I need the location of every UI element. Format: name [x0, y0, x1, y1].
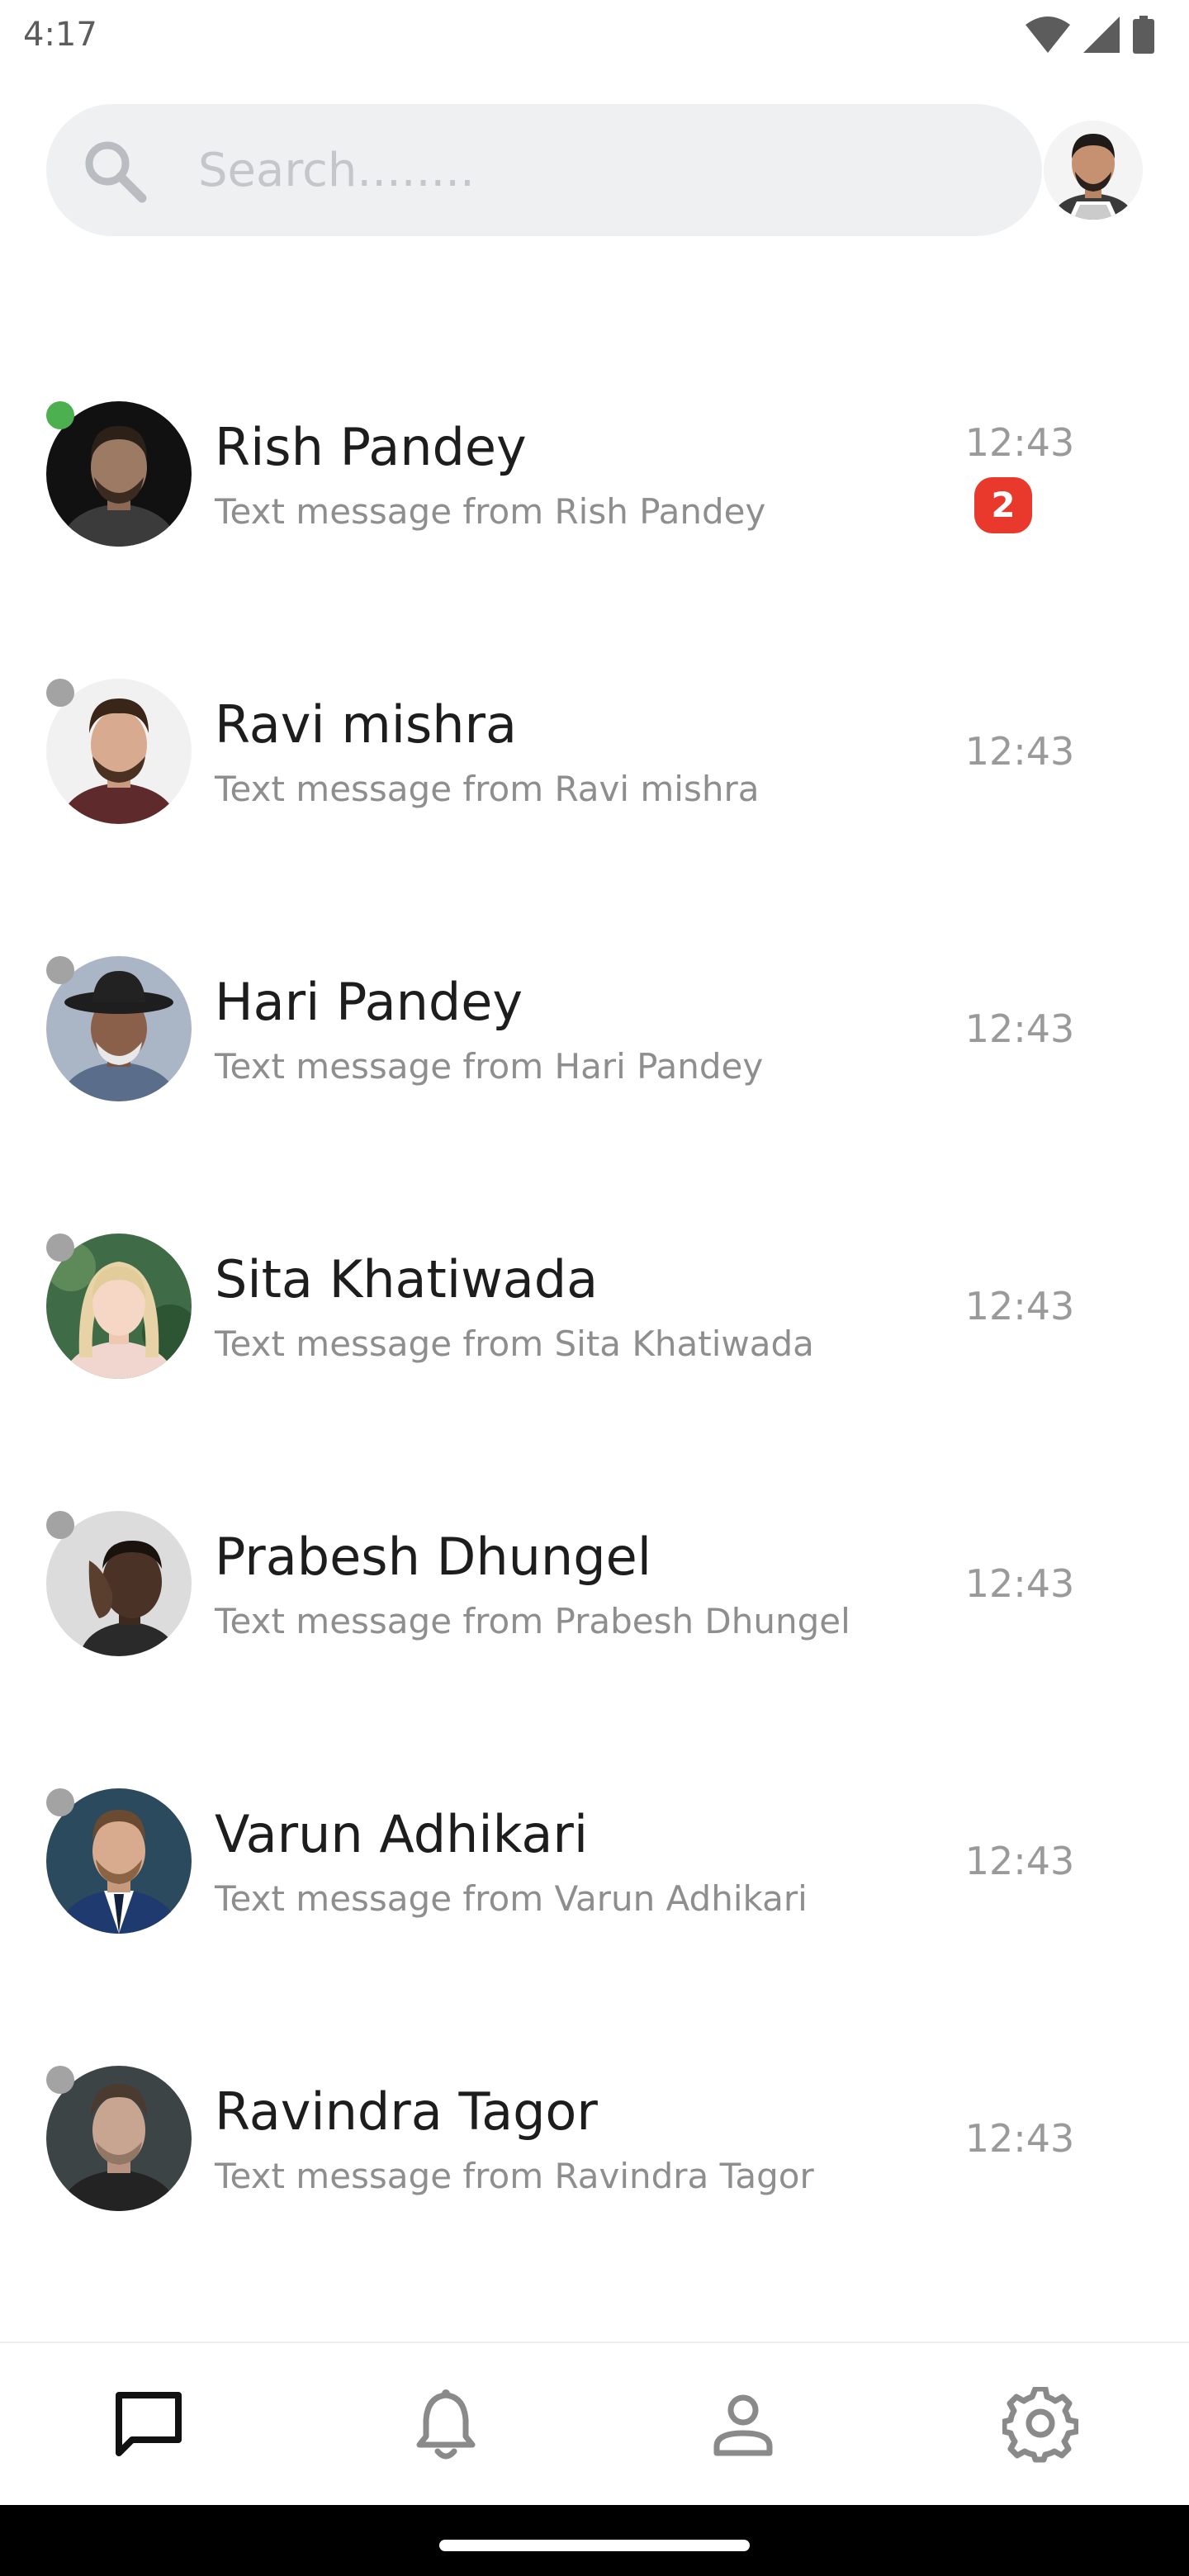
gear-icon[interactable] — [1002, 2387, 1078, 2463]
chat-time: 12:43 — [964, 729, 1075, 774]
nav-chats[interactable] — [0, 2343, 297, 2507]
nav-profile[interactable] — [594, 2343, 892, 2507]
offline-indicator — [46, 956, 74, 984]
nav-settings[interactable] — [892, 2343, 1189, 2507]
online-indicator — [46, 401, 74, 429]
chat-name: Ravi mishra — [215, 694, 518, 755]
search-icon[interactable] — [79, 135, 149, 205]
bell-icon[interactable] — [413, 2389, 479, 2461]
gesture-area — [0, 2505, 1189, 2576]
chat-icon[interactable] — [109, 2385, 188, 2465]
chat-preview: Text message from Rish Pandey — [215, 491, 766, 532]
chat-time: 12:43 — [964, 1561, 1075, 1606]
battery-icon — [1133, 16, 1154, 54]
chat-name: Ravindra Tagor — [215, 2081, 598, 2142]
chat-preview: Text message from Ravindra Tagor — [215, 2156, 814, 2196]
chat-time: 12:43 — [964, 1839, 1075, 1883]
chat-item-ravindra-tagor[interactable]: Ravindra Tagor Text message from Ravindr… — [0, 2000, 1189, 2277]
chat-name: Prabesh Dhungel — [215, 1527, 651, 1587]
chat-item-rish-pandey[interactable]: Rish Pandey Text message from Rish Pande… — [0, 335, 1189, 613]
chat-time: 12:43 — [964, 420, 1075, 465]
chat-item-ravi-mishra[interactable]: Ravi mishra Text message from Ravi mishr… — [0, 613, 1189, 890]
chat-time: 12:43 — [964, 2116, 1075, 2161]
nav-notifications[interactable] — [297, 2343, 594, 2507]
chat-name: Rish Pandey — [215, 417, 527, 477]
status-icons — [1026, 15, 1154, 54]
offline-indicator — [46, 1234, 74, 1262]
chat-item-prabesh-dhungel[interactable]: Prabesh Dhungel Text message from Prabes… — [0, 1445, 1189, 1722]
unread-badge: 2 — [974, 477, 1032, 533]
bottom-nav — [0, 2342, 1189, 2507]
chat-item-varun-adhikari[interactable]: Varun Adhikari Text message from Varun A… — [0, 1722, 1189, 2000]
signal-icon — [1083, 17, 1120, 53]
chat-time: 12:43 — [964, 1284, 1075, 1328]
profile-avatar[interactable] — [1044, 121, 1143, 220]
chat-item-sita-khatiwada[interactable]: Sita Khatiwada Text message from Sita Kh… — [0, 1167, 1189, 1445]
chat-preview: Text message from Sita Khatiwada — [215, 1324, 814, 1364]
offline-indicator — [46, 2066, 74, 2094]
offline-indicator — [46, 1511, 74, 1539]
wifi-icon — [1026, 17, 1070, 53]
chat-preview: Text message from Ravi mishra — [215, 769, 760, 809]
home-gesture-handle[interactable] — [439, 2540, 750, 2551]
chat-time: 12:43 — [964, 1006, 1075, 1051]
chat-name: Hari Pandey — [215, 972, 523, 1032]
offline-indicator — [46, 1788, 74, 1816]
status-time: 4:17 — [23, 16, 97, 54]
chat-preview: Text message from Prabesh Dhungel — [215, 1601, 850, 1641]
chat-item-hari-pandey[interactable]: Hari Pandey Text message from Hari Pande… — [0, 890, 1189, 1167]
status-bar: 4:17 — [0, 0, 1189, 69]
search-input[interactable] — [198, 104, 1007, 236]
search-bar[interactable] — [46, 104, 1042, 236]
chat-preview: Text message from Hari Pandey — [215, 1046, 764, 1087]
chat-name: Sita Khatiwada — [215, 1249, 599, 1309]
offline-indicator — [46, 679, 74, 707]
person-icon[interactable] — [710, 2392, 776, 2458]
chat-preview: Text message from Varun Adhikari — [215, 1878, 808, 1919]
chat-name: Varun Adhikari — [215, 1804, 589, 1864]
